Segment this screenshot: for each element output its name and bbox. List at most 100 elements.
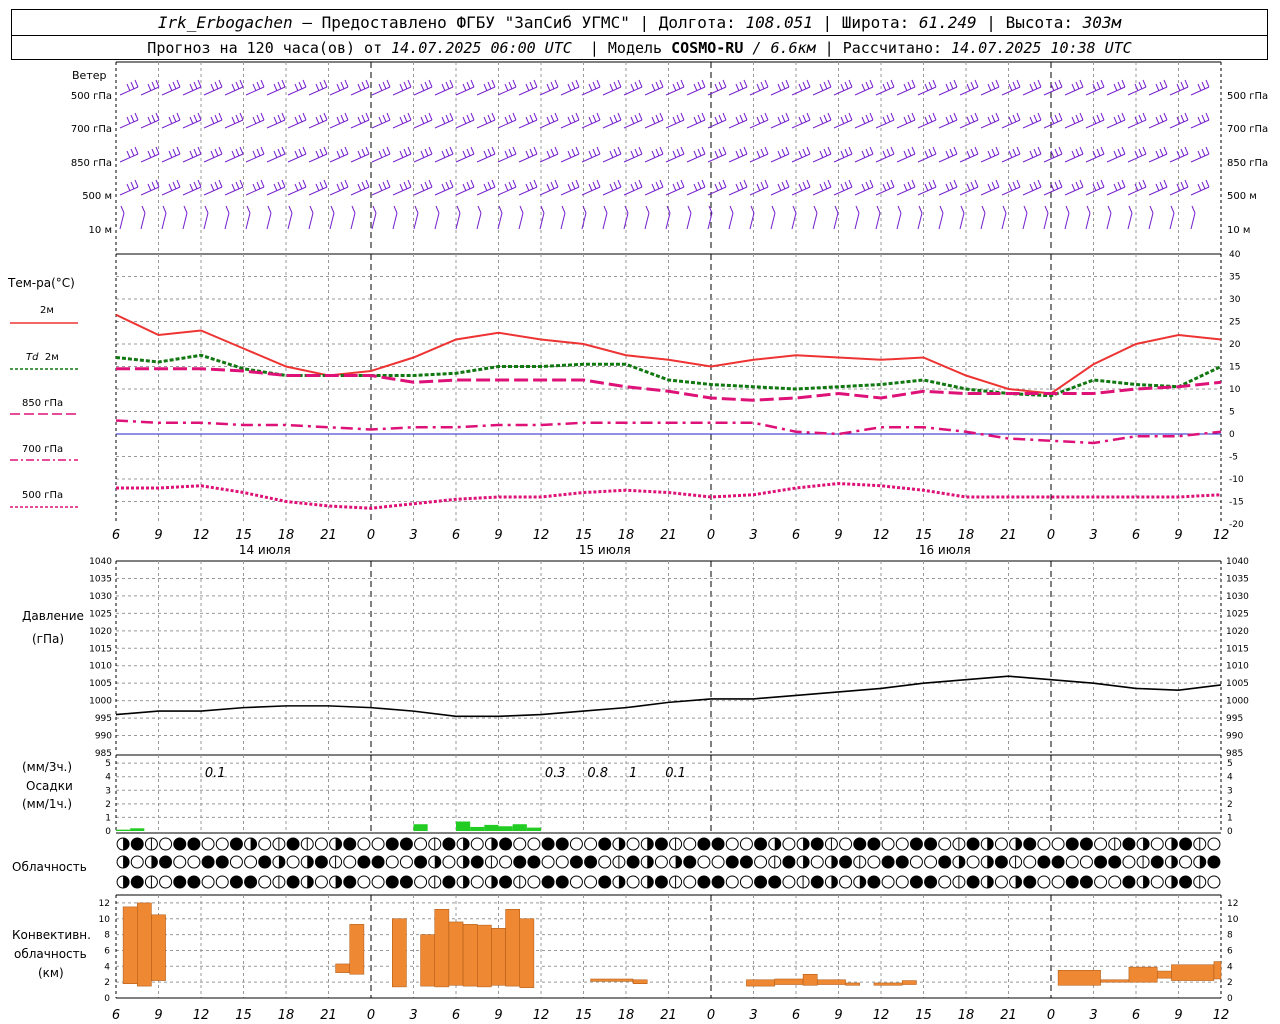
wind-barb-feather — [315, 83, 320, 92]
hour-label-mid: 6 — [452, 528, 460, 543]
wind-barb-feather — [1008, 183, 1013, 192]
wind-barb — [665, 112, 685, 129]
wind-barb-feather — [1142, 112, 1147, 121]
wind-barb-feather — [693, 83, 698, 92]
wind-barb-feather — [550, 81, 555, 90]
wind-barb — [686, 146, 706, 163]
wind-barb-feather — [714, 83, 719, 92]
cloud-cover-icon — [938, 837, 952, 851]
wind-barb-feather — [592, 81, 597, 90]
wind-barb-feather — [1155, 83, 1160, 92]
convective-bar — [434, 909, 450, 988]
cloud-cover-icon — [1108, 855, 1122, 869]
cloud-cover-icon — [286, 855, 300, 869]
wind-barb — [476, 112, 496, 129]
cloud-cover-icon — [626, 837, 640, 851]
convective-bar — [632, 979, 648, 984]
cloud-fill-full — [1122, 838, 1135, 850]
conv-tick-right: 6 — [1227, 946, 1233, 956]
cloud-cover-icon — [201, 855, 215, 869]
wind-barb-feather — [491, 79, 496, 88]
wind-barb-shaft — [896, 212, 902, 230]
cloud-cover-icon — [314, 837, 328, 851]
cloud-cover-icon — [853, 855, 867, 869]
cloud-cover-icon — [1150, 875, 1164, 889]
cloud-cover-icon — [768, 837, 782, 851]
wind-barb — [560, 179, 580, 196]
wind-barb-feather — [970, 181, 975, 190]
wind-barb — [1148, 179, 1168, 196]
wind-barb-feather — [1037, 146, 1042, 155]
cloud-cover-icon — [725, 837, 739, 851]
wind-barb — [728, 179, 748, 196]
cloud-cover-icon — [966, 837, 980, 851]
pressure-tick-right: 1035 — [1226, 574, 1249, 584]
wind-barb-feather — [609, 116, 614, 125]
wind-barb — [476, 205, 482, 230]
wind-barb-feather — [420, 116, 425, 125]
cloud-circle — [909, 855, 923, 869]
hour-label-mid: 9 — [154, 528, 162, 543]
wind-barb — [371, 205, 377, 230]
day-label: 14 июля — [239, 543, 291, 557]
wind-barb-feather — [428, 146, 433, 155]
wind-barb-feather — [1159, 148, 1164, 157]
cloud-fill-full — [1207, 856, 1220, 868]
wind-level-label-right: 10 м — [1227, 225, 1250, 236]
cloud-circle — [371, 875, 385, 889]
wind-barb — [602, 205, 608, 230]
wind-barb-feather — [1012, 81, 1017, 90]
wind-barb-feather — [218, 112, 223, 121]
wind-barb-feather — [273, 183, 278, 192]
wind-barb — [833, 79, 853, 96]
cloud-fill-half — [250, 838, 257, 850]
wind-barb-feather — [781, 148, 786, 157]
wind-barb-feather — [462, 183, 467, 192]
convective-bar — [1128, 966, 1158, 983]
wind-barb — [497, 146, 517, 163]
wind-barb — [812, 179, 832, 196]
wind-barb-feather — [162, 205, 167, 214]
wind-barb-feather — [617, 179, 622, 188]
wind-barb-shaft — [140, 212, 146, 230]
cloud-cover-icon — [1136, 875, 1150, 889]
wind-barb-feather — [886, 114, 891, 123]
wind-barb-feather — [743, 179, 748, 188]
cloud-cover-icon — [881, 875, 895, 889]
wind-barb-feather — [546, 116, 551, 125]
hour-label-bottom: 18 — [278, 1008, 295, 1023]
wind-barb-feather — [487, 114, 492, 123]
precip-bar — [484, 824, 499, 831]
wind-barb — [476, 79, 496, 96]
cloud-cover-icon — [909, 837, 923, 851]
wind-barb-feather — [151, 81, 156, 90]
wind-barb-feather — [1071, 183, 1076, 192]
pressure-tick-left: 1000 — [89, 697, 112, 707]
wind-barb-feather — [546, 150, 551, 159]
wind-barb-feather — [176, 179, 181, 188]
wind-level-label-right: 500 гПа — [1227, 91, 1268, 102]
wind-barb-feather — [1163, 146, 1168, 155]
wind-barb — [770, 146, 790, 163]
hour-label-mid: 6 — [1132, 528, 1140, 543]
wind-barb — [1190, 79, 1210, 96]
wind-barb-feather — [449, 112, 454, 121]
cloud-fill-full — [1151, 856, 1164, 868]
wind-barb-shaft — [266, 212, 272, 230]
wind-barb-feather — [840, 183, 845, 192]
wind-barb-feather — [1170, 205, 1175, 214]
wind-barb — [413, 146, 433, 163]
cloud-cover-icon — [683, 875, 697, 889]
cloud-fill-half — [647, 856, 654, 868]
cloud-cover-icon — [215, 837, 229, 851]
cloud-cover-icon — [414, 875, 428, 889]
wind-barb-feather — [323, 179, 328, 188]
wind-barb-feather — [966, 150, 971, 159]
hour-label-mid: 12 — [533, 528, 550, 543]
wind-barb — [917, 112, 937, 129]
wind-barb-feather — [210, 150, 215, 159]
cloud-circle — [286, 855, 300, 869]
hour-label-bottom: 9 — [494, 1008, 502, 1023]
cloud-circle — [414, 837, 428, 851]
wind-barb-feather — [932, 179, 937, 188]
